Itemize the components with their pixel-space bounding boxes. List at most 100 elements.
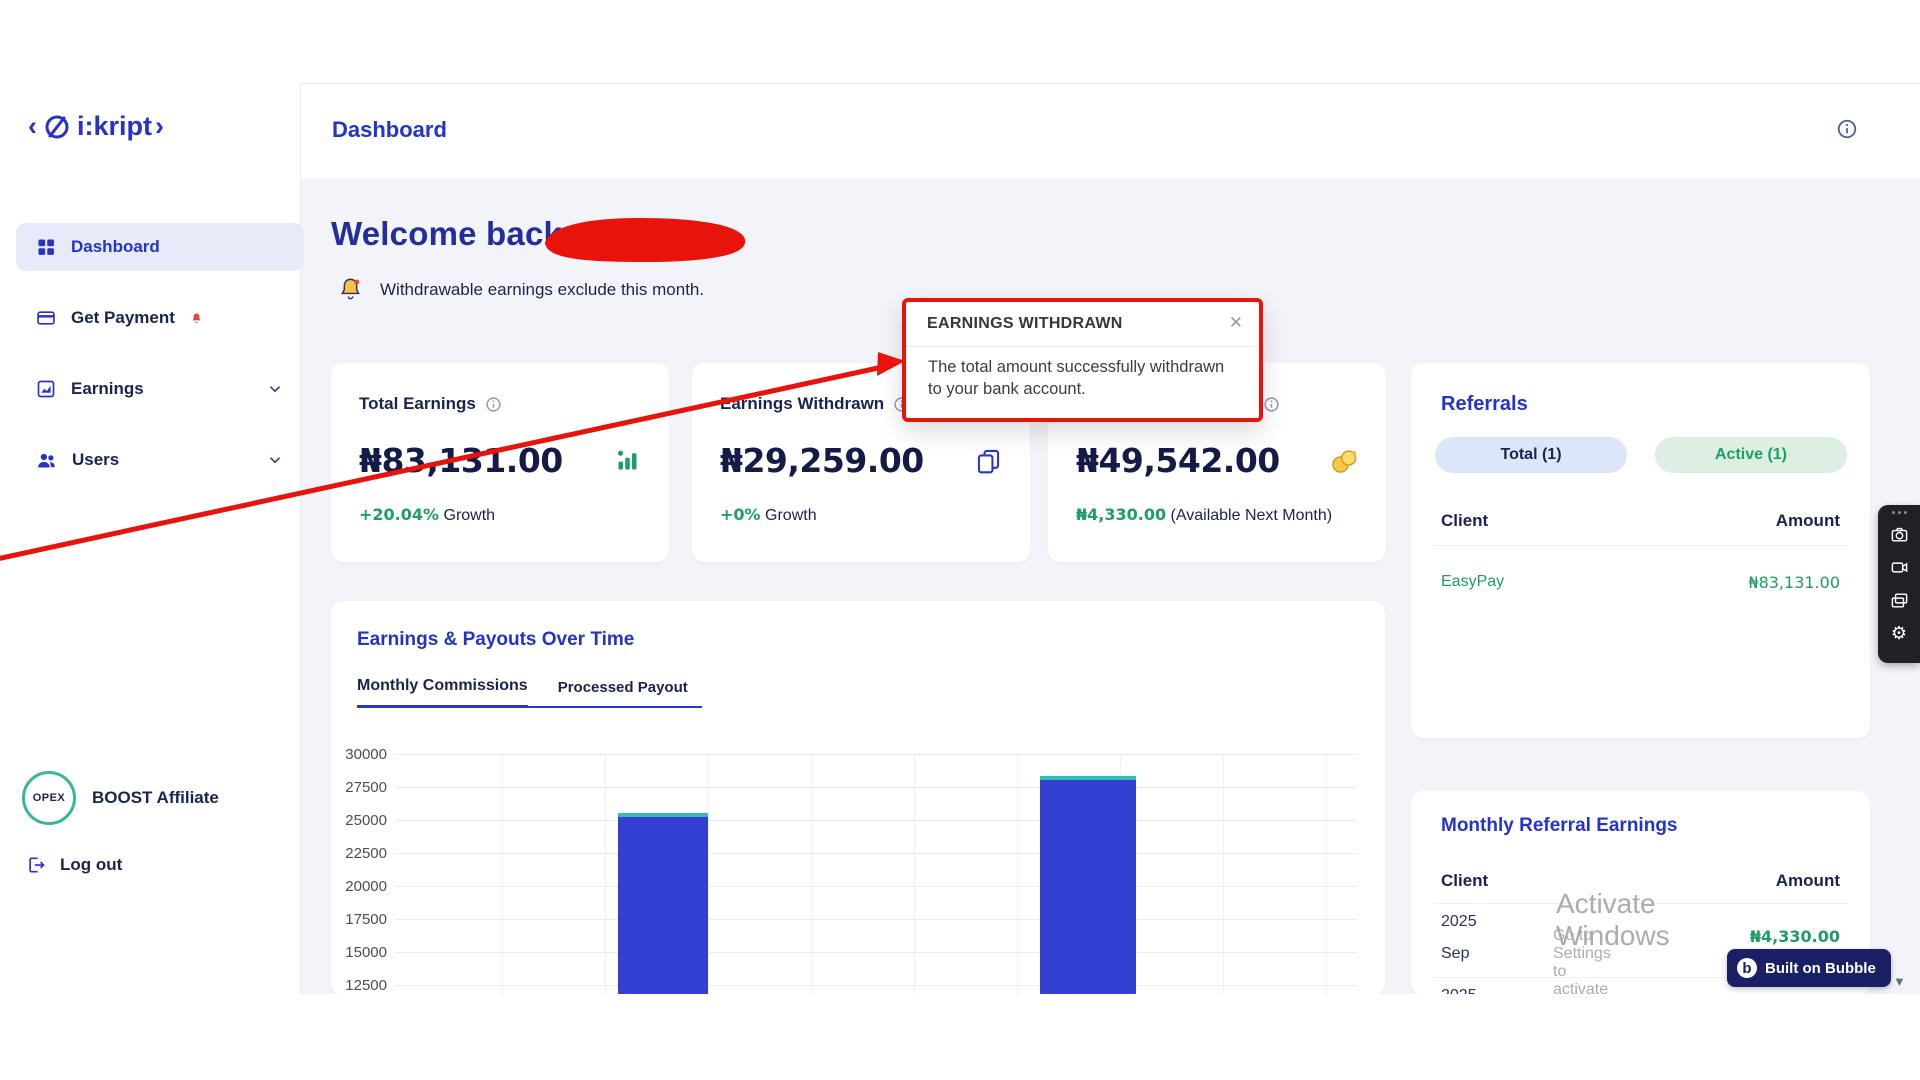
referral-row[interactable]: EasyPay ₦83,131.00 — [1441, 573, 1840, 592]
users-icon — [36, 450, 57, 471]
toolbar-handle[interactable] — [1892, 511, 1907, 514]
affiliate-label: BOOST Affiliate — [92, 788, 219, 808]
gear-icon[interactable]: ⚙ — [1886, 620, 1912, 646]
header-info-icon[interactable] — [1836, 118, 1858, 140]
chart-title: Earnings & Payouts Over Time — [357, 629, 634, 651]
referrals-title: Referrals — [1441, 393, 1528, 416]
referrals-card: Referrals Total (1) Active (1) Client Am… — [1411, 363, 1870, 738]
h-gridline — [395, 754, 1357, 755]
y-tick-label: 27500 — [331, 779, 387, 796]
browser-top-strip — [0, 0, 1920, 84]
bubble-logo-icon: b — [1737, 958, 1757, 978]
coins-icon — [1330, 447, 1358, 475]
v-gridline — [708, 754, 709, 995]
stat-value: ₦29,259.00 — [720, 441, 924, 480]
built-on-bubble-badge[interactable]: b Built on Bubble — [1727, 949, 1891, 987]
info-icon[interactable] — [1263, 396, 1280, 413]
chart-bar[interactable] — [1040, 776, 1136, 995]
pill-active[interactable]: Active (1) — [1655, 437, 1847, 473]
tooltip-body: The total amount successfully withdrawn … — [906, 347, 1250, 401]
sidebar-item-label: Dashboard — [71, 237, 160, 257]
y-tick-label: 22500 — [331, 845, 387, 862]
monthly-title: Monthly Referral Earnings — [1441, 815, 1678, 837]
logout-icon — [26, 855, 46, 875]
payment-alert-icon — [190, 312, 203, 325]
divider — [1433, 545, 1848, 546]
close-icon[interactable]: ✕ — [1229, 313, 1243, 333]
windows-overlap-icon[interactable] — [1886, 587, 1912, 613]
info-icon[interactable] — [485, 396, 502, 413]
video-camera-icon[interactable] — [1886, 554, 1912, 580]
col-client: Client — [1441, 511, 1488, 531]
stat-growth: +0% Growth — [720, 505, 1002, 525]
dashboard-grid-icon — [36, 237, 56, 257]
monthly-table-header: Client Amount — [1441, 871, 1840, 891]
h-gridline — [395, 919, 1357, 920]
h-gridline — [395, 952, 1357, 953]
monthly-row-month: Sep — [1441, 945, 1469, 963]
y-tick-label: 12500 — [331, 977, 387, 994]
stat-growth: ₦4,330.00 (Available Next Month) — [1076, 505, 1358, 525]
h-gridline — [395, 787, 1357, 788]
sidebar: ‹ i:kript › Dashboard Get Payment — [0, 83, 301, 994]
col-client: Client — [1441, 871, 1488, 891]
monthly-row-amount: ₦4,330.00 — [1750, 927, 1840, 946]
chevron-down-icon[interactable] — [266, 451, 284, 469]
main-header: Dashboard — [301, 84, 1920, 178]
page-title: Dashboard — [332, 117, 447, 143]
chart-plot — [395, 754, 1357, 995]
y-tick-label: 17500 — [331, 911, 387, 928]
tooltip-title-row: EARNINGS WITHDRAWN ✕ — [906, 302, 1259, 347]
referral-client: EasyPay — [1441, 573, 1504, 592]
stat-label: Total Earnings — [359, 394, 476, 414]
main-content: Dashboard Welcome back, Withdrawable ear… — [301, 84, 1920, 994]
tab-processed-payout[interactable]: Processed Payout — [558, 679, 688, 706]
logout-label: Log out — [60, 855, 122, 875]
v-gridline — [811, 754, 812, 995]
logo-text: i:kript — [77, 111, 152, 142]
camera-icon[interactable] — [1886, 521, 1912, 547]
referrals-table-header: Client Amount — [1441, 511, 1840, 531]
v-gridline — [1223, 754, 1224, 995]
divider — [1433, 903, 1848, 904]
monthly-row-year: 2025 — [1441, 913, 1477, 931]
earnings-payouts-chart-card: Earnings & Payouts Over Time Monthly Com… — [331, 601, 1385, 995]
sidebar-item-label: Earnings — [71, 379, 144, 399]
col-amount: Amount — [1776, 871, 1840, 891]
chart-bar[interactable] — [618, 813, 708, 995]
bell-icon — [337, 276, 364, 303]
sidebar-item-get-payment[interactable]: Get Payment — [16, 294, 304, 342]
stat-label: Earnings Withdrawn — [720, 394, 884, 414]
tooltip-title: EARNINGS WITHDRAWN — [927, 315, 1123, 333]
y-tick-label: 15000 — [331, 944, 387, 961]
copy-pages-icon — [975, 447, 1002, 474]
logo-o-slash-icon — [42, 112, 72, 142]
stat-value: ₦49,542.00 — [1076, 441, 1280, 480]
scrollbar-down-arrow[interactable]: ▼ — [1893, 974, 1906, 989]
floating-capture-toolbar: ⚙ — [1878, 505, 1920, 663]
sidebar-item-label: Users — [72, 450, 119, 470]
y-tick-label: 25000 — [331, 812, 387, 829]
v-gridline — [914, 754, 915, 995]
credit-card-icon — [36, 308, 56, 328]
logout-button[interactable]: Log out — [26, 855, 122, 875]
chevron-down-icon[interactable] — [266, 380, 284, 398]
pill-total[interactable]: Total (1) — [1435, 437, 1627, 473]
sidebar-item-earnings[interactable]: Earnings — [16, 365, 304, 413]
stat-card-total-earnings: Total Earnings ₦83,131.00 +20.04% Grow — [331, 363, 669, 562]
bubble-label: Built on Bubble — [1765, 960, 1876, 977]
ikript-logo: ‹ i:kript › — [28, 111, 164, 142]
sidebar-item-dashboard[interactable]: Dashboard — [16, 223, 304, 271]
earnings-chart-icon — [36, 379, 56, 399]
logo-open-bracket: ‹ — [28, 111, 37, 142]
tab-monthly-commissions[interactable]: Monthly Commissions — [357, 677, 528, 708]
sidebar-item-users[interactable]: Users — [16, 436, 304, 484]
y-tick-label: 30000 — [331, 746, 387, 763]
h-gridline — [395, 820, 1357, 821]
h-gridline — [395, 886, 1357, 887]
stat-growth: +20.04% Growth — [359, 505, 641, 525]
opex-logo: OPEX — [22, 771, 76, 825]
referrals-filter-pills: Total (1) Active (1) — [1435, 437, 1847, 473]
sidebar-item-label: Get Payment — [71, 308, 175, 328]
boost-affiliate[interactable]: OPEX BOOST Affiliate — [22, 771, 219, 825]
